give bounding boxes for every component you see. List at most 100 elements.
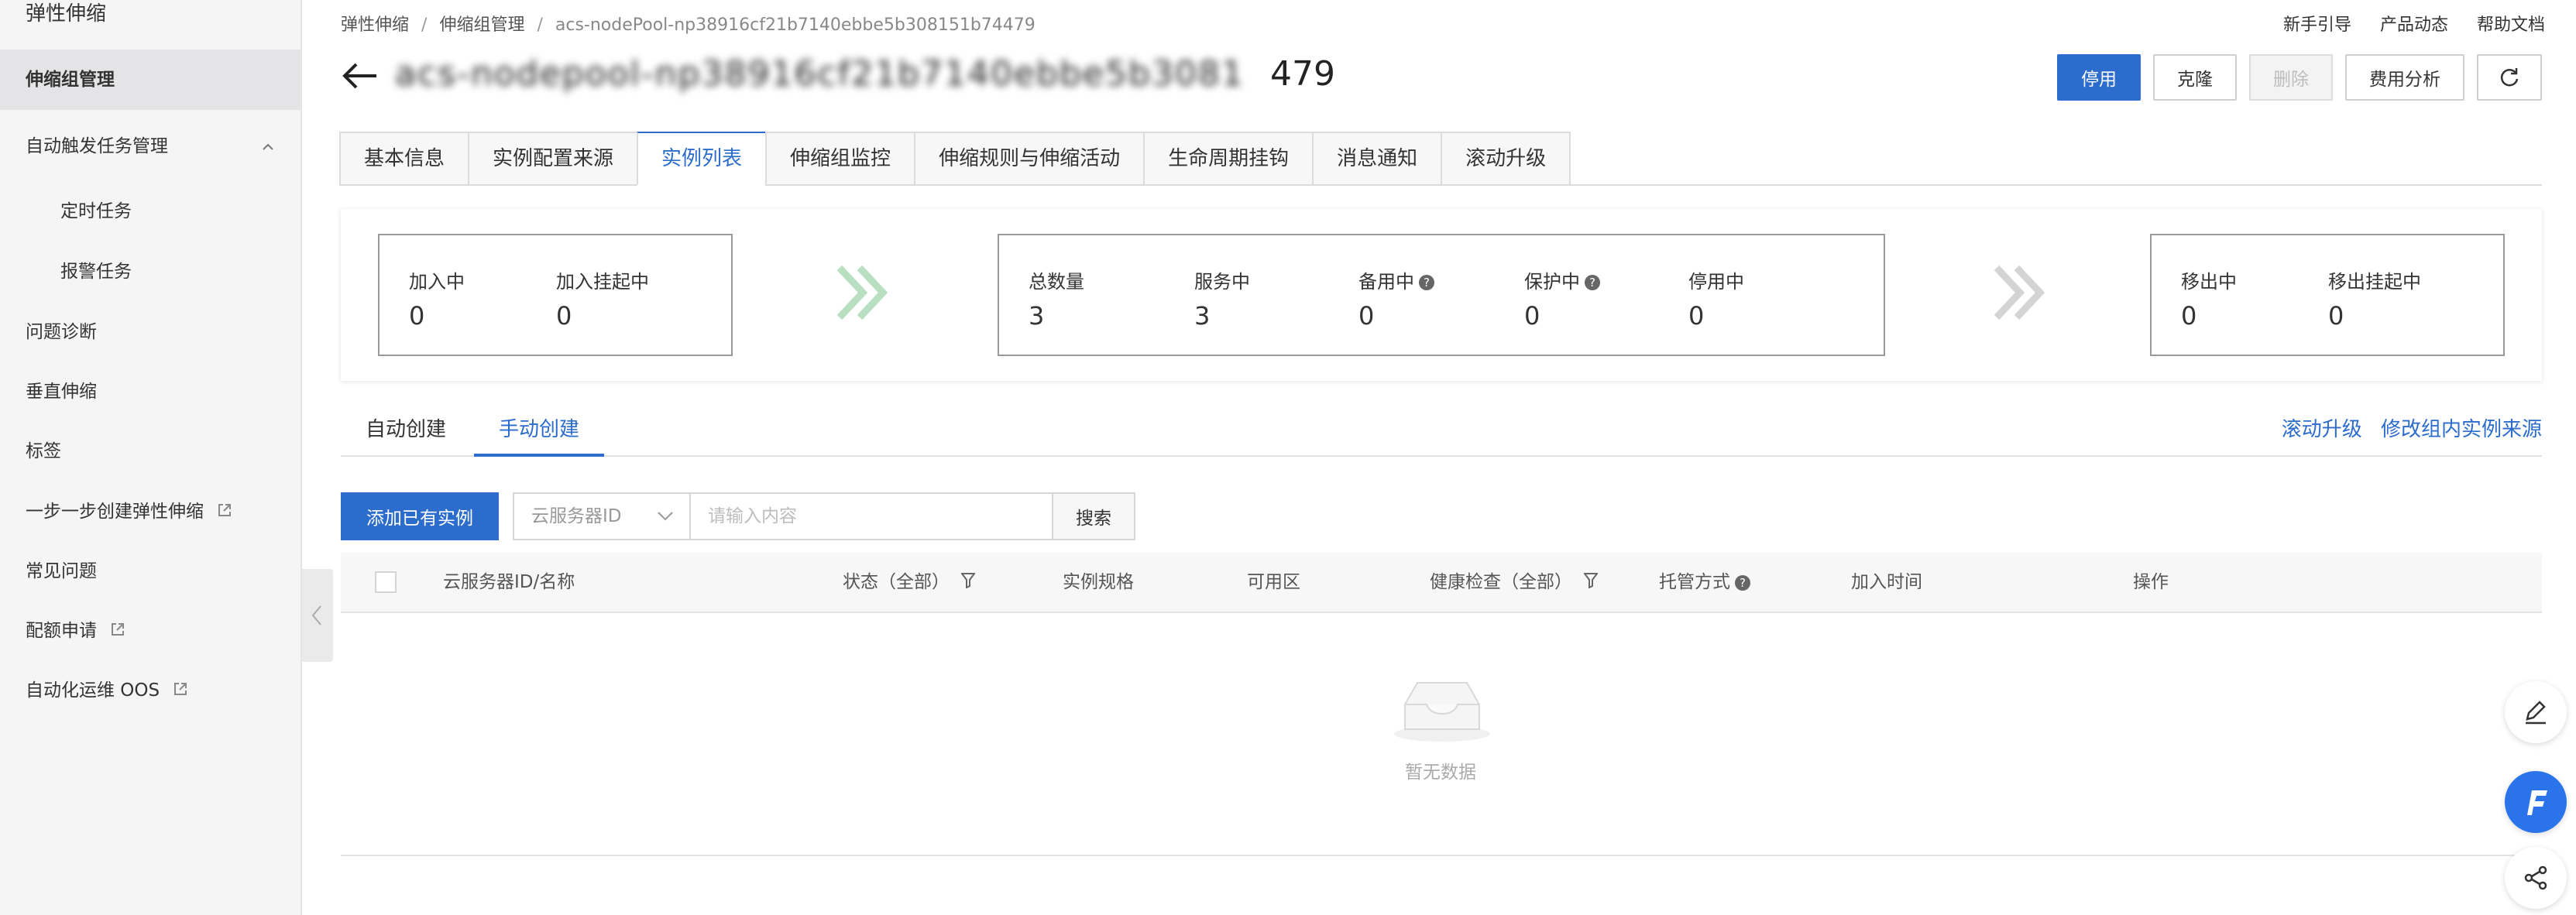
- filter-icon[interactable]: [1583, 553, 1599, 612]
- sidebar-item-label: 报警任务: [60, 262, 132, 282]
- sidebar-item-auto-trigger-tasks[interactable]: 自动触发任务管理: [0, 116, 302, 176]
- column-header-join-time: 加入时间: [1851, 572, 1922, 592]
- stat-value: 0: [2181, 301, 2197, 331]
- stats-group-removing: 移出中 0 移出挂起中 0: [2150, 234, 2505, 356]
- tab-notifications[interactable]: 消息通知: [1312, 132, 1443, 186]
- sidebar-item-label: 配额申请: [26, 621, 97, 641]
- stat-label: 移出挂起中: [2328, 271, 2421, 293]
- rolling-upgrade-link[interactable]: 滚动升级: [2282, 418, 2362, 441]
- breadcrumb-item[interactable]: 伸缩组管理: [439, 15, 524, 35]
- empty-inbox-icon: [1391, 673, 1493, 746]
- stat-label: 备用中: [1358, 271, 1414, 293]
- help-icon[interactable]: ?: [1735, 574, 1750, 591]
- column-header-status[interactable]: 状态（全部）: [843, 553, 977, 612]
- link-help-docs[interactable]: 帮助文档: [2477, 15, 2545, 35]
- stat-label: 加入挂起中: [556, 271, 649, 293]
- back-arrow-icon[interactable]: [341, 60, 380, 94]
- search-input[interactable]: [691, 492, 1053, 540]
- tab-scaling-rules-activities[interactable]: 伸缩规则与伸缩活动: [914, 132, 1145, 186]
- sidebar-collapse-handle[interactable]: [302, 569, 333, 662]
- feedback-edit-button[interactable]: [2505, 681, 2567, 743]
- sidebar-item-vertical-scaling[interactable]: 垂直伸缩: [0, 362, 302, 422]
- instance-stats-panel: 加入中 0 加入挂起中 0 总数量 3 服务中 3 备用中? 0 保护中? 0 …: [341, 209, 2542, 381]
- sidebar-item-diagnosis[interactable]: 问题诊断: [0, 302, 302, 362]
- search-field-select[interactable]: 云服务器ID: [513, 492, 691, 540]
- sidebar-item-label: 定时任务: [60, 201, 132, 221]
- help-icon[interactable]: ?: [1585, 275, 1600, 290]
- stat-in-service: 服务中 3: [1194, 266, 1250, 331]
- disable-button[interactable]: 停用: [2057, 54, 2141, 101]
- sidebar-item-label: 伸缩组管理: [26, 70, 115, 90]
- search-button[interactable]: 搜索: [1052, 492, 1135, 540]
- help-icon[interactable]: ?: [1419, 275, 1434, 290]
- subtab-manual-created[interactable]: 手动创建: [474, 403, 605, 457]
- stat-value: 0: [409, 301, 425, 331]
- clone-button[interactable]: 克隆: [2153, 54, 2237, 101]
- breadcrumb: 弹性伸缩 / 伸缩组管理 / acs-nodePool-np38916cf21b7140…: [341, 11, 1036, 36]
- sidebar-item-label: 标签: [26, 441, 61, 461]
- cost-analysis-button[interactable]: 费用分析: [2345, 54, 2464, 101]
- link-product-news[interactable]: 产品动态: [2380, 15, 2448, 35]
- stat-stopped: 停用中 0: [1688, 266, 1744, 331]
- tab-basic-info[interactable]: 基本信息: [339, 132, 470, 186]
- modify-instance-source-link[interactable]: 修改组内实例来源: [2381, 418, 2542, 441]
- stat-standby: 备用中? 0: [1358, 266, 1434, 331]
- stat-removing: 移出中 0: [2181, 266, 2237, 331]
- sidebar-title: 弹性伸缩: [26, 2, 107, 26]
- breadcrumb-item[interactable]: 弹性伸缩: [341, 15, 409, 35]
- stat-total: 总数量 3: [1029, 266, 1084, 331]
- double-chevron-right-icon: [835, 265, 889, 324]
- sidebar-item-tags[interactable]: 标签: [0, 421, 302, 481]
- column-header-instance-id: 云服务器ID/名称: [443, 572, 575, 592]
- delete-button[interactable]: 删除: [2249, 54, 2333, 101]
- select-value: 云服务器ID: [531, 506, 622, 526]
- tab-instance-config-source[interactable]: 实例配置来源: [468, 132, 639, 186]
- stat-label: 总数量: [1029, 271, 1084, 293]
- page-title: acs-nodepool-np38916cf21b7140ebbe5b3081: [395, 54, 1245, 94]
- sidebar-item-scaling-group[interactable]: 伸缩组管理: [0, 50, 302, 110]
- column-header-health-check[interactable]: 健康检查（全部）: [1430, 553, 1599, 612]
- table-header: 云服务器ID/名称 状态（全部） 实例规格 可用区 健康检查（全部） 托管方式?…: [341, 553, 2542, 613]
- sidebar-item-oos[interactable]: 自动化运维 OOS: [0, 660, 302, 721]
- external-link-icon: [173, 661, 188, 721]
- page-title-suffix: 479: [1270, 54, 1335, 94]
- select-all-checkbox[interactable]: [375, 571, 397, 593]
- stat-label: 保护中: [1524, 271, 1580, 293]
- link-beginner-guide[interactable]: 新手引导: [2283, 15, 2351, 35]
- stat-value: 0: [556, 301, 572, 331]
- column-header-instance-type: 实例规格: [1063, 572, 1134, 592]
- sidebar-item-alarm-tasks[interactable]: 报警任务: [0, 242, 302, 302]
- tab-rolling-upgrade[interactable]: 滚动升级: [1441, 132, 1571, 186]
- subtab-auto-created[interactable]: 自动创建: [366, 403, 446, 457]
- tab-scaling-monitor[interactable]: 伸缩组监控: [765, 132, 916, 186]
- sidebar-item-scheduled-tasks[interactable]: 定时任务: [0, 181, 302, 242]
- assistant-button[interactable]: [2505, 771, 2567, 833]
- edit-icon: [2526, 701, 2546, 725]
- stat-value: 3: [1194, 301, 1211, 331]
- stat-value: 0: [1688, 301, 1705, 331]
- sidebar-item-step-by-step[interactable]: 一步一步创建弹性伸缩: [0, 481, 302, 542]
- subtab-actions: 滚动升级 修改组内实例来源: [2269, 413, 2542, 442]
- chevron-down-icon: [658, 512, 673, 521]
- double-chevron-right-icon: [1992, 265, 2046, 324]
- tab-instance-list[interactable]: 实例列表: [637, 132, 768, 186]
- chevron-left-icon: [311, 605, 321, 625]
- column-label: 托管方式: [1659, 572, 1730, 592]
- sidebar-item-quota[interactable]: 配额申请: [0, 601, 302, 661]
- sidebar-item-label: 垂直伸缩: [26, 382, 97, 402]
- sidebar-item-faq[interactable]: 常见问题: [0, 541, 302, 601]
- refresh-button[interactable]: [2477, 54, 2542, 101]
- tab-lifecycle-hooks[interactable]: 生命周期挂钩: [1143, 132, 1314, 186]
- stats-group-joining: 加入中 0 加入挂起中 0: [378, 234, 733, 356]
- add-existing-instance-button[interactable]: 添加已有实例: [341, 492, 499, 540]
- stat-value: 3: [1029, 301, 1045, 331]
- filter-icon[interactable]: [960, 553, 977, 612]
- share-button[interactable]: [2505, 847, 2567, 909]
- sidebar-item-label: 自动触发任务管理: [26, 136, 168, 156]
- subtabs-divider: [341, 455, 2542, 457]
- column-label: 状态（全部）: [843, 572, 950, 592]
- share-icon: [2524, 865, 2547, 890]
- column-header-zone: 可用区: [1247, 572, 1300, 592]
- refresh-icon: [2500, 68, 2519, 87]
- column-header-actions: 操作: [2133, 572, 2169, 592]
